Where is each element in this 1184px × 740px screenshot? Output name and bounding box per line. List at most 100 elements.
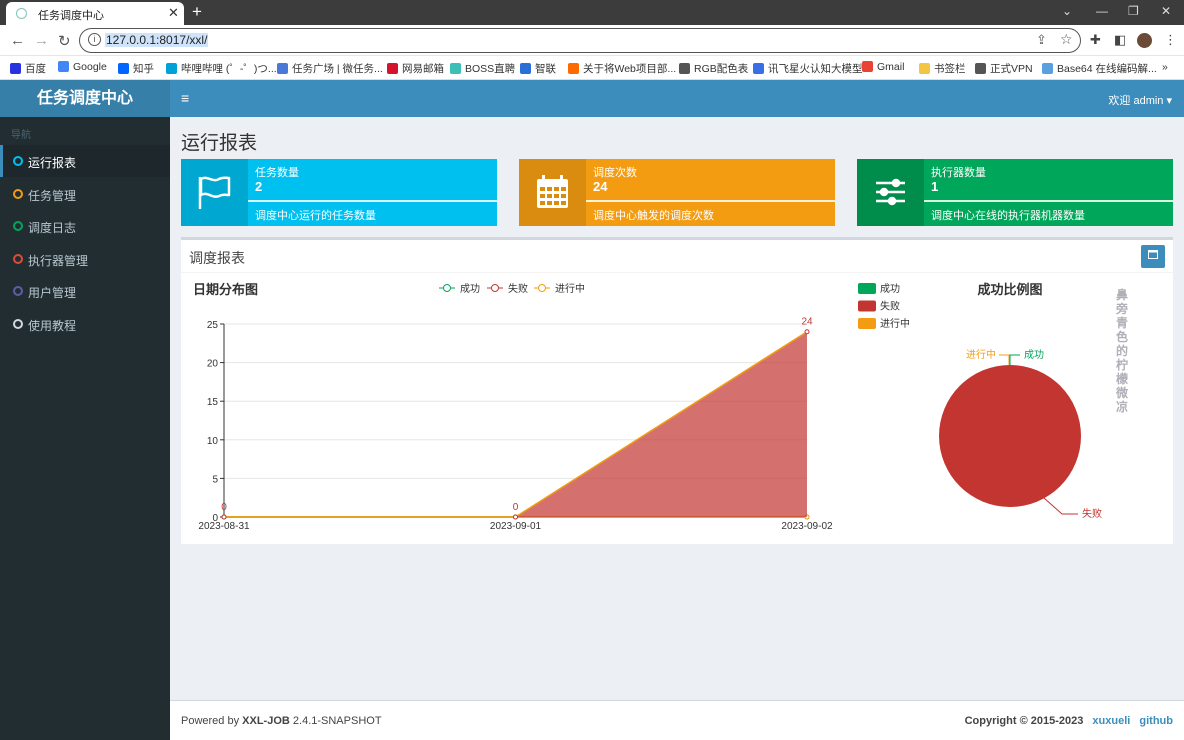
info-box-description: 调度中心在线的执行器机器数量 bbox=[931, 210, 1085, 222]
pie-slice-label: 失败 bbox=[1082, 507, 1102, 520]
bookmark-label: Gmail bbox=[877, 61, 905, 73]
share-icon[interactable]: ⇪ bbox=[1036, 32, 1047, 48]
browser-toolbar: ← → ↻ i 127.0.0.1:8017/xxl/ ⇪ ☆ ✚ ◧ ⋮ bbox=[0, 25, 1184, 56]
pie-slice-label: 成功 bbox=[1024, 349, 1044, 361]
tab-search-icon[interactable]: ⌄ bbox=[1062, 4, 1072, 18]
sidebar-item-users[interactable]: 用户管理 bbox=[0, 275, 170, 307]
line-chart-title: 日期分布图 bbox=[193, 282, 258, 297]
series-point-1 bbox=[804, 329, 810, 335]
series-point-1 bbox=[513, 514, 518, 520]
bookmark-favicon-icon bbox=[753, 63, 764, 74]
forward-icon[interactable]: → bbox=[34, 32, 49, 49]
product-name: XXL-JOB bbox=[242, 715, 290, 727]
pie-legend-swatch bbox=[858, 318, 876, 329]
profile-avatar[interactable] bbox=[1137, 33, 1152, 48]
browser-tab[interactable]: 任务调度中心 ✕ bbox=[6, 2, 184, 25]
back-icon[interactable]: ← bbox=[10, 32, 25, 49]
pie-slice-label: 进行中 bbox=[966, 348, 996, 361]
powered-by: Powered by XXL-JOB 2.4.1-SNAPSHOT bbox=[181, 715, 382, 727]
legend-label: 成功 bbox=[460, 283, 480, 295]
legend-marker bbox=[443, 284, 451, 292]
bookmark-label: 知乎 bbox=[133, 63, 154, 75]
data-label: 24 bbox=[801, 317, 813, 328]
sidebar-item-executors[interactable]: 执行器管理 bbox=[0, 243, 170, 275]
x-tick-label: 2023-09-01 bbox=[490, 521, 542, 532]
info-box-number: 1 bbox=[931, 179, 939, 194]
bookmark-item[interactable]: Gmail bbox=[862, 61, 904, 73]
github-link[interactable]: github bbox=[1139, 715, 1173, 727]
circle-icon bbox=[13, 286, 23, 296]
info-box-title: 任务数量 bbox=[255, 167, 299, 179]
sidebar-header: 导航 bbox=[11, 130, 31, 141]
bookmark-favicon-icon bbox=[568, 63, 579, 74]
tab-close-icon[interactable]: ✕ bbox=[168, 5, 179, 21]
bookmark-label: Base64 在线编码解... bbox=[1057, 63, 1157, 75]
restore-icon[interactable]: ❐ bbox=[1128, 4, 1139, 18]
address-bar[interactable]: i 127.0.0.1:8017/xxl/ ⇪ ☆ bbox=[79, 28, 1081, 53]
bookmark-item[interactable]: 正式VPN bbox=[975, 61, 1033, 76]
charts-svg: 日期分布图 成功 失败 进行中05101520252023-08-31 2023-09-… bbox=[193, 282, 1102, 532]
bookmark-favicon-icon bbox=[118, 63, 129, 74]
info-box-description: 调度中心触发的调度次数 bbox=[593, 210, 714, 222]
bookmark-label: 书签栏 bbox=[934, 63, 966, 75]
y-tick-label: 25 bbox=[207, 320, 219, 331]
sidebar-item-help[interactable]: 使用教程 bbox=[0, 308, 170, 340]
legend-marker bbox=[538, 284, 546, 292]
menu-toggle-icon[interactable]: ≡ bbox=[181, 90, 189, 106]
data-label: 0 bbox=[513, 502, 519, 513]
minimize-icon[interactable]: — bbox=[1096, 4, 1108, 18]
bookmark-favicon-icon bbox=[679, 63, 690, 74]
sidebar-item-jobs[interactable]: 任务管理 bbox=[0, 178, 170, 210]
watermark-text: 鼻旁青色的柠檬微凉 bbox=[1116, 288, 1129, 414]
bookmark-item[interactable]: 网易邮箱 bbox=[387, 61, 444, 76]
sliders-icon bbox=[857, 159, 924, 226]
new-tab-button[interactable]: + bbox=[192, 2, 202, 22]
window-close-icon[interactable]: ✕ bbox=[1161, 4, 1171, 18]
bookmark-star-icon[interactable]: ☆ bbox=[1060, 31, 1073, 48]
sidebar: 导航 运行报表 任务管理 调度日志执行器管理用户管理使用教程 bbox=[0, 117, 170, 740]
browser-menu-icon[interactable]: ⋮ bbox=[1164, 32, 1177, 48]
info-box-number: 2 bbox=[255, 179, 263, 194]
bookmark-item[interactable]: BOSS直聘 bbox=[450, 61, 515, 76]
site-info-icon[interactable]: i bbox=[88, 33, 101, 46]
y-tick-label: 5 bbox=[212, 474, 218, 485]
schedule-report-panel: 调度报表 日期分布图 成功 失败 进行中 0 5 10 15 20 25 2023-08-31 202… bbox=[181, 237, 1173, 544]
info-box-task-count: 任务数量 2 调度中心运行的任务数量 bbox=[181, 159, 497, 226]
url-text[interactable]: 127.0.0.1:8017/xxl/ bbox=[105, 33, 209, 47]
bookmark-label: 任务广场 | 微任务... bbox=[292, 63, 383, 75]
bookmark-item[interactable]: RGB配色表 bbox=[679, 61, 748, 76]
bookmark-favicon-icon bbox=[450, 63, 461, 74]
bookmark-item[interactable]: 讯飞星火认知大模型 bbox=[753, 61, 863, 76]
info-box-title: 执行器数量 bbox=[931, 167, 986, 179]
app-logo[interactable]: 任务调度中心 bbox=[0, 80, 170, 117]
bookmark-item[interactable]: Base64 在线编码解... bbox=[1042, 61, 1157, 76]
author-link[interactable]: xuxueli bbox=[1092, 715, 1130, 727]
bookmark-item[interactable]: Google bbox=[58, 61, 107, 73]
sidebar-item-logs[interactable]: 调度日志 bbox=[0, 210, 170, 242]
bookmark-item[interactable]: 书签栏 bbox=[919, 61, 966, 76]
pie-slice bbox=[939, 365, 1081, 507]
info-box-executor-count: 执行器数量 1 调度中心在线的执行器机器数量 bbox=[857, 159, 1173, 226]
bookmark-item[interactable]: 任务广场 | 微任务... bbox=[277, 61, 383, 76]
sidebar-item-report[interactable]: 运行报表 bbox=[0, 145, 170, 177]
bookmark-favicon-icon bbox=[387, 63, 398, 74]
pie-chart-title: 成功比例图 bbox=[977, 282, 1042, 297]
bookmark-label: RGB配色表 bbox=[694, 63, 749, 75]
sidebar-item-label: 执行器管理 bbox=[28, 253, 89, 268]
bookmark-item[interactable]: 智联 bbox=[520, 61, 556, 76]
pie-legend-label: 成功 bbox=[880, 283, 900, 295]
side-panel-icon[interactable]: ◧ bbox=[1114, 32, 1126, 48]
reload-icon[interactable]: ↻ bbox=[58, 32, 71, 50]
bookmark-item[interactable]: 关于将Web项目部... bbox=[568, 61, 676, 76]
extensions-icon[interactable]: ✚ bbox=[1090, 32, 1101, 48]
more-bookmarks-icon[interactable]: » bbox=[1162, 61, 1168, 73]
sidebar-item-label: 用户管理 bbox=[28, 286, 77, 300]
circle-icon bbox=[13, 221, 23, 231]
sidebar-item-label: 使用教程 bbox=[28, 318, 77, 333]
browser-tab-strip: 任务调度中心 ✕ + ⌄ — ❐ ✕ bbox=[0, 0, 1184, 25]
bookmark-item[interactable]: 哔哩哔哩 (゜-゜)つ... bbox=[166, 61, 277, 76]
bookmark-item[interactable]: 知乎 bbox=[118, 61, 154, 76]
bookmark-item[interactable]: 百度 bbox=[10, 61, 46, 76]
tab-title: 任务调度中心 bbox=[38, 10, 104, 22]
user-menu[interactable]: 欢迎 admin ▾ bbox=[1108, 92, 1172, 108]
